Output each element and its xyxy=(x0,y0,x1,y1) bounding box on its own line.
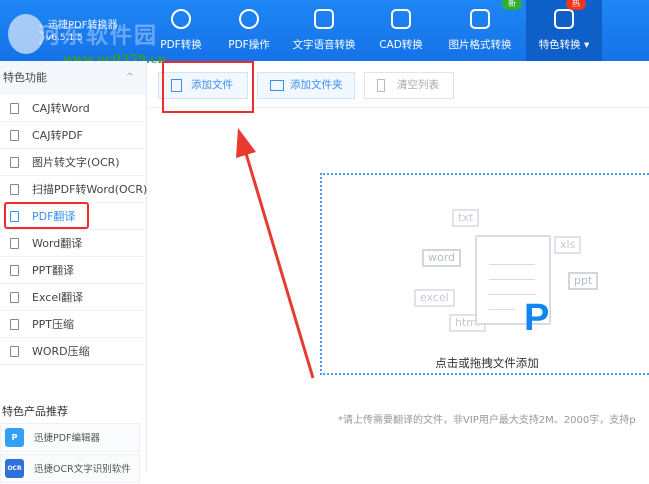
tag-word: word xyxy=(422,249,462,267)
app-p-logo: P xyxy=(524,297,550,339)
tag-excel: excel xyxy=(414,289,455,307)
tag-txt: txt xyxy=(452,209,480,227)
drop-zone[interactable]: txt xls word ppt excel html P 点击或拖拽文件添加 xyxy=(320,173,649,375)
drop-prompt: 点击或拖拽文件添加 xyxy=(435,356,539,370)
tag-ppt: ppt xyxy=(568,272,599,290)
upload-note: *请上传需要翻译的文件，非VIP用户最大支持2M、2000字，支持p xyxy=(338,415,636,426)
tag-xls: xls xyxy=(554,236,582,254)
